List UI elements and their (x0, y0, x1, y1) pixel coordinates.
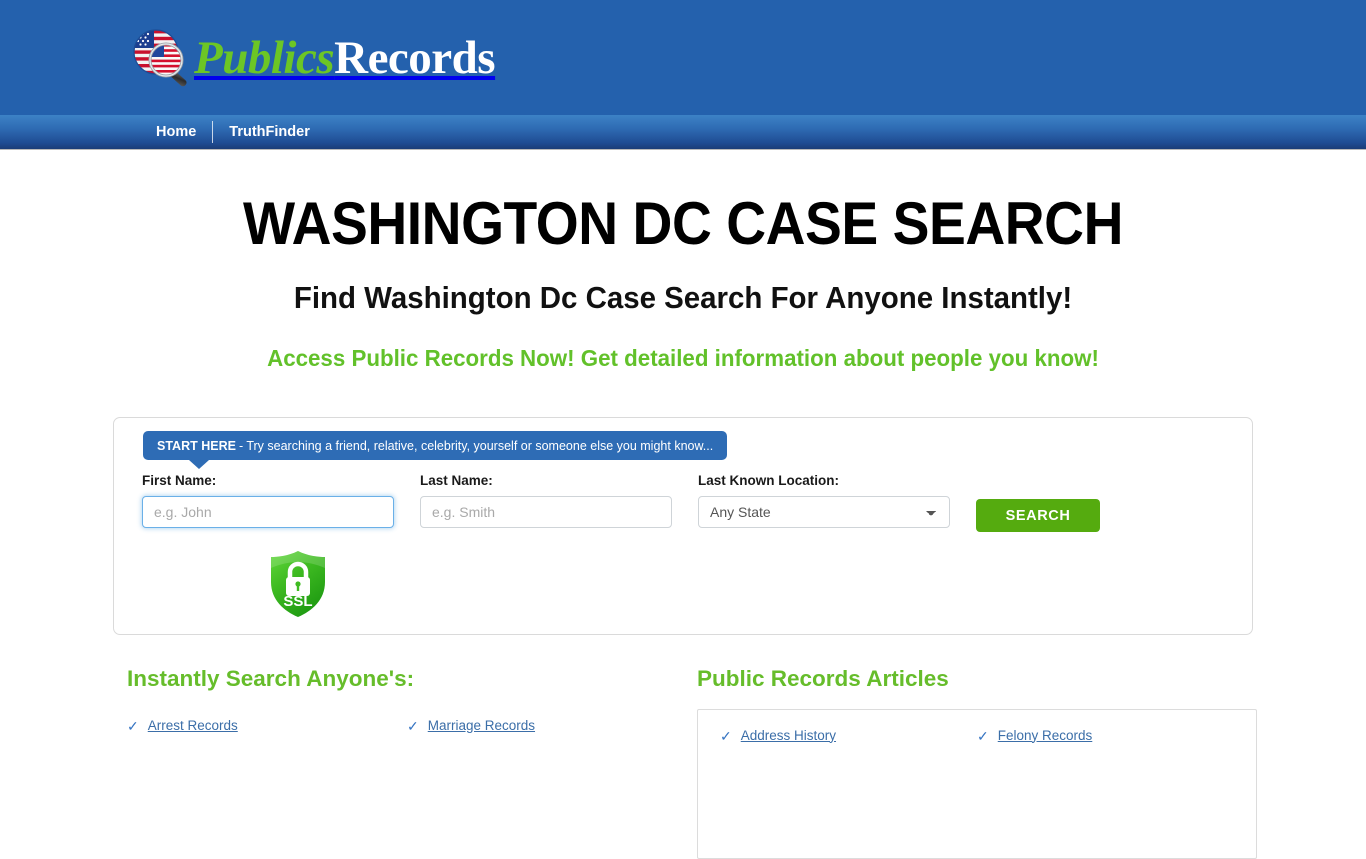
location-label: Last Known Location: (698, 473, 839, 488)
state-select[interactable]: Any State (698, 495, 950, 528)
link-arrest-records[interactable]: Arrest Records (148, 718, 238, 734)
logo-wordmark: PublicsRecords (194, 31, 496, 84)
page-title: WASHINGTON DC CASE SEARCH (243, 190, 1123, 257)
articles-box: ✓ Address History ✓ Felony Records (697, 708, 1257, 859)
nav-item-home[interactable]: Home (140, 125, 212, 140)
first-name-field-group: First Name: (142, 474, 394, 528)
check-icon: ✓ (407, 717, 419, 734)
list-item[interactable]: ✓ Arrest Records (127, 717, 407, 753)
link-address-history[interactable]: Address History (741, 728, 836, 744)
articles-link-grid: ✓ Address History ✓ Felony Records (720, 727, 1234, 763)
nav-item-truthfinder[interactable]: TruthFinder (213, 125, 326, 140)
page-tagline: Access Public Records Now! Get detailed … (267, 345, 1099, 371)
start-here-banner: START HERE - Try searching a friend, rel… (143, 431, 728, 469)
instant-search-link-grid: ✓ Arrest Records ✓ Marriage Records (127, 701, 687, 753)
logo-word-records: Records (334, 31, 496, 84)
last-name-label: Last Name: (420, 473, 493, 488)
site-logo[interactable]: PublicsRecords (126, 18, 496, 98)
page-subtitle: Find Washington Dc Case Search For Anyon… (293, 280, 1073, 315)
link-felony-records[interactable]: Felony Records (998, 728, 1093, 744)
check-icon: ✓ (127, 717, 139, 734)
svg-text:SSL: SSL (283, 593, 312, 610)
list-item[interactable]: ✓ Felony Records (977, 727, 1234, 763)
location-field-group: Last Known Location: Any State (698, 474, 950, 528)
search-form: First Name: Last Name: Last Known Locati… (114, 474, 1252, 534)
list-item[interactable]: ✓ Address History (720, 727, 977, 763)
articles-title: Public Records Articles (697, 666, 949, 691)
list-item[interactable]: ✓ Marriage Records (407, 717, 687, 753)
search-button[interactable]: SEARCH (976, 499, 1100, 532)
last-name-field-group: Last Name: (420, 474, 672, 528)
hero-section: WASHINGTON DC CASE SEARCH Find Washingto… (0, 150, 1366, 370)
search-panel: START HERE - Try searching a friend, rel… (113, 417, 1253, 635)
start-here-label: START HERE (157, 438, 236, 453)
instant-search-column: Instantly Search Anyone's: ✓ Arrest Reco… (127, 666, 687, 753)
flag-magnifier-icon (126, 22, 198, 94)
check-icon: ✓ (720, 727, 732, 744)
first-name-input[interactable] (142, 495, 394, 528)
first-name-label: First Name: (142, 473, 217, 488)
site-header: PublicsRecords (0, 0, 1366, 115)
instant-search-title: Instantly Search Anyone's: (127, 666, 415, 691)
link-marriage-records[interactable]: Marriage Records (428, 718, 535, 734)
main-navigation: Home TruthFinder (0, 115, 1366, 150)
check-icon: ✓ (977, 727, 989, 744)
articles-column: Public Records Articles ✓ Address Histor… (697, 666, 1257, 859)
ssl-shield-lock-icon: SSL (266, 548, 330, 620)
start-here-text: - Try searching a friend, relative, cele… (238, 438, 714, 453)
logo-word-publics: Publics (194, 31, 335, 84)
last-name-input[interactable] (420, 495, 672, 528)
